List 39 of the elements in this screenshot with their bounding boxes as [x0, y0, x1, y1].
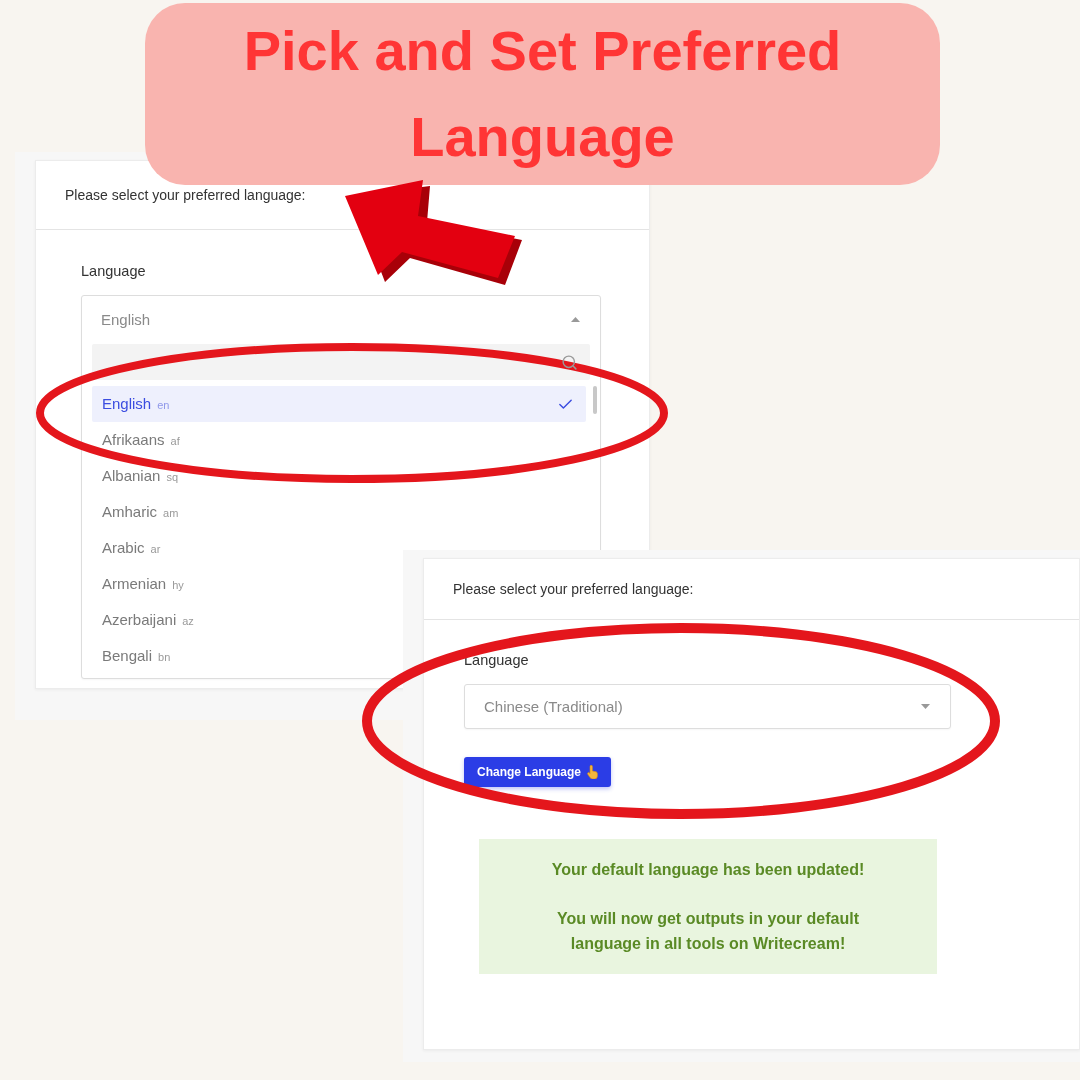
language-name: Azerbaijani: [102, 611, 177, 628]
selected-language: English: [101, 310, 151, 328]
language-option[interactable]: Arabic ar: [92, 530, 173, 566]
language-code: ar: [150, 543, 161, 555]
language-select[interactable]: Chinese (Traditional): [464, 684, 951, 729]
language-name: Armenian: [102, 575, 167, 592]
language-option[interactable]: Azerbaijani az: [92, 602, 206, 638]
prompt-text: Please select your preferred language:: [65, 187, 306, 203]
search-icon: [561, 353, 578, 371]
language-option[interactable]: Albanian sq: [92, 458, 190, 494]
language-name: Amharic: [102, 503, 157, 520]
banner-title: Pick and Set Preferred Language: [242, 18, 843, 170]
language-option[interactable]: Armenian hy: [92, 566, 196, 602]
scrollbar-thumb[interactable]: [593, 386, 597, 414]
language-option[interactable]: Amharic am: [92, 494, 191, 530]
language-name: Arabic: [102, 539, 145, 556]
language-code: am: [163, 507, 179, 519]
language-code: az: [182, 615, 194, 627]
message-text: You will now get outputs in your default language in all tools on Writecream!: [556, 909, 860, 954]
selected-language: Chinese (Traditional): [484, 698, 623, 715]
language-code: sq: [166, 471, 178, 483]
language-option[interactable]: Bengali bn: [92, 638, 183, 674]
language-code: en: [157, 399, 170, 411]
language-name: Afrikaans: [102, 431, 165, 448]
pointing-hand-icon: [587, 765, 598, 779]
language-name: English: [102, 395, 152, 412]
language-name: Bengali: [102, 647, 153, 664]
field-label: Language: [464, 652, 529, 668]
language-option[interactable]: Afrikaans af: [92, 422, 192, 458]
language-code: bn: [158, 651, 171, 663]
message-text: Your default language has been updated!: [551, 860, 865, 880]
change-language-button[interactable]: Change Language: [464, 757, 611, 787]
language-option[interactable]: English en: [92, 386, 586, 422]
language-code: hy: [172, 579, 184, 591]
language-code: af: [170, 435, 180, 447]
caret-down-icon: [921, 704, 930, 709]
language-name: Albanian: [102, 467, 161, 484]
field-label: Language: [81, 263, 146, 279]
caret-up-icon: [571, 316, 580, 322]
